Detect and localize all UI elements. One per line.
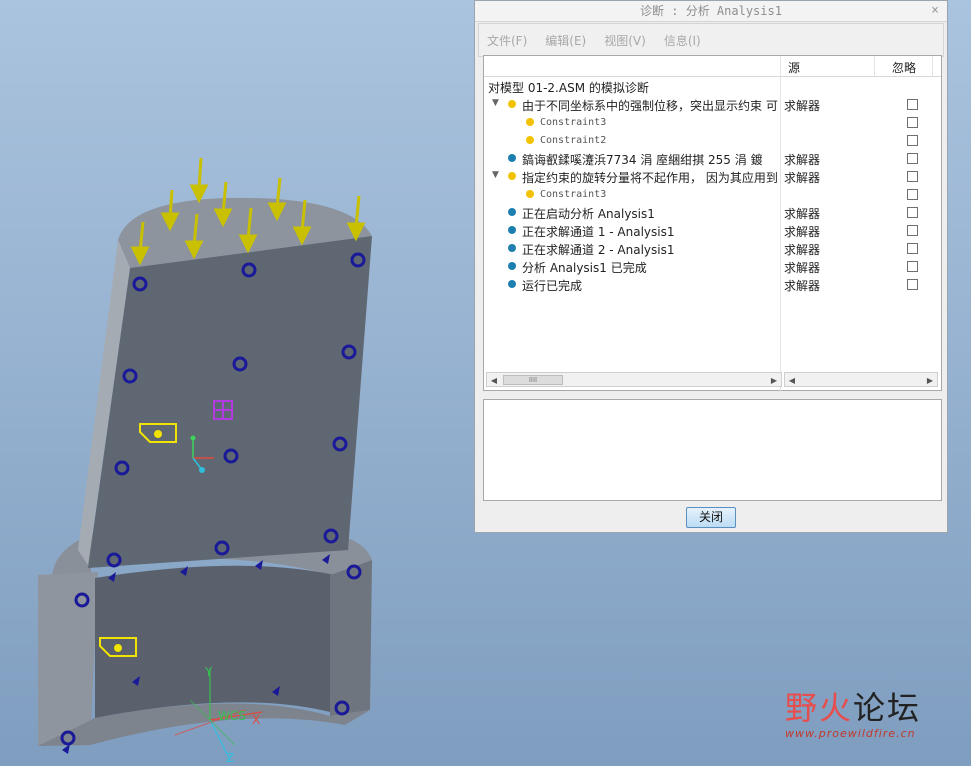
row-message: 鎬诲叡鍒嗘瀽浜7734 涓 庢綑绀掑 255 涓 鍍 [522,153,763,167]
tree-row[interactable]: 分析 Analysis1 已完成 求解器 [484,258,941,276]
info-status-icon [508,208,516,216]
ignore-checkbox[interactable] [907,153,918,164]
watermark-text-a: 野火 [785,689,854,727]
info-status-icon [508,154,516,162]
triad-y-tip [190,435,196,441]
column-header-source[interactable]: 源 [788,59,800,76]
tree-rows: 对模型 01-2.ASM 的模拟诊断 ▼ 由于不同坐标系中的强制位移，突出显示约束 … [484,78,941,294]
ignore-checkbox[interactable] [907,99,918,110]
scroll-right-icon[interactable]: ▶ [767,373,781,388]
tree-row[interactable]: ▼ 由于不同坐标系中的强制位移，突出显示约束 可求解器 [484,96,941,114]
close-button[interactable]: 关闭 [686,507,736,528]
tree-row[interactable]: Constraint3 [484,186,941,204]
scroll-left-icon[interactable]: ◀ [785,373,799,388]
tree-row[interactable]: 对模型 01-2.ASM 的模拟诊断 [484,78,941,96]
ignore-checkbox[interactable] [907,171,918,182]
triad-z-tip [199,467,205,473]
menu-bar: 文件(F) 编辑(E) 视图(V) 信息(I) [478,23,944,57]
detail-pane [483,399,942,501]
diagnostics-tree[interactable]: 源 忽略 对模型 01-2.ASM 的模拟诊断 ▼ 由于不同坐标系中的强制位移，突出… [483,55,942,392]
watermark-url: www.proewildfire.cn [785,727,916,740]
row-source: 求解器 [784,225,821,239]
wcs-x-label: X [252,713,260,727]
menu-info[interactable]: 信息(I) [664,32,701,49]
tree-row[interactable]: 运行已完成 求解器 [484,276,941,294]
close-icon[interactable]: × [931,1,939,21]
warning-status-icon [526,136,534,144]
wcs-z-label: Z [226,751,234,765]
info-status-icon [508,262,516,270]
bracket-right-face [330,560,372,716]
warning-status-icon [526,118,534,126]
row-message: Constraint3 [540,117,607,128]
load-arrow [189,157,209,204]
row-message: 运行已完成 [522,279,583,293]
warning-status-icon [508,100,516,108]
diagnostics-dialog: 诊断 : 分析 Analysis1 × 文件(F) 编辑(E) 视图(V) 信息… [474,0,948,533]
row-message: Constraint2 [540,135,607,146]
tree-row[interactable]: Constraint3 [484,114,941,132]
bracket-inner-face [95,565,335,718]
expand-toggle-icon[interactable]: ▼ [492,170,499,180]
block-part[interactable] [78,197,372,568]
tree-row[interactable]: 正在启动分析 Analysis1 求解器 [484,204,941,222]
info-status-icon [508,226,516,234]
dialog-title: 诊断 : 分析 Analysis1 [640,4,782,18]
expand-toggle-icon[interactable]: ▼ [492,98,499,108]
row-source: 求解器 [784,261,821,275]
row-message: 由于不同坐标系中的强制位移，突出显示约束 可 [522,99,778,113]
menu-edit[interactable]: 编辑(E) [545,32,586,49]
tree-row[interactable]: ▼ 指定约束的旋转分量将不起作用， 因为其应用到 求解器 [484,168,941,186]
tree-row[interactable]: 正在求解通道 2 - Analysis1 求解器 [484,240,941,258]
menu-view[interactable]: 视图(V) [604,32,646,49]
row-source: 求解器 [784,171,821,185]
ignore-checkbox[interactable] [907,135,918,146]
tree-header: 源 忽略 [484,56,941,392]
tree-row[interactable]: 正在求解通道 1 - Analysis1 求解器 [484,222,941,240]
column-divider [874,56,875,76]
menu-file[interactable]: 文件(F) [487,32,527,49]
forum-watermark: 野火论坛 www.proewildfire.cn [785,683,921,740]
column-header-ignore[interactable]: 忽略 [892,59,916,76]
watermark-text-b: 论坛 [853,689,922,727]
info-status-icon [508,280,516,288]
horizontal-scrollbars: ◀ IIII ▶ ◀ ▶ [486,372,938,387]
ignore-checkbox[interactable] [907,117,918,128]
ignore-checkbox[interactable] [907,279,918,290]
watermark-logo: 野火论坛 [785,683,921,729]
tree-row[interactable]: Constraint2 [484,132,941,150]
ignore-checkbox[interactable] [907,207,918,218]
ignore-checkbox[interactable] [907,189,918,200]
column-divider [932,56,933,76]
tag-dot [114,644,122,652]
ignore-checkbox[interactable] [907,225,918,236]
wcs-y-label: Y [204,665,213,679]
tag-dot [154,430,162,438]
warning-status-icon [526,190,534,198]
row-message: 正在求解通道 1 - Analysis1 [522,225,675,239]
row-message: 指定约束的旋转分量将不起作用， 因为其应用到 [522,171,778,185]
dialog-titlebar[interactable]: 诊断 : 分析 Analysis1 × [475,1,947,22]
row-message: 分析 Analysis1 已完成 [522,261,647,275]
ignore-checkbox[interactable] [907,243,918,254]
row-source: 求解器 [784,279,821,293]
right-scrollbar[interactable]: ◀ ▶ [784,372,938,387]
row-source: 求解器 [784,153,821,167]
row-message: 对模型 01-2.ASM 的模拟诊断 [488,81,649,95]
scroll-thumb[interactable]: IIII [503,375,563,385]
scroll-right-icon[interactable]: ▶ [923,373,937,388]
scroll-left-icon[interactable]: ◀ [487,373,501,388]
row-message: 正在启动分析 Analysis1 [522,207,655,221]
warning-status-icon [508,172,516,180]
info-status-icon [508,244,516,252]
left-scrollbar[interactable]: ◀ IIII ▶ [486,372,782,387]
row-source: 求解器 [784,243,821,257]
ignore-checkbox[interactable] [907,261,918,272]
tree-row[interactable]: 鎬诲叡鍒嗘瀽浜7734 涓 庢綑绀掑 255 涓 鍍 求解器 [484,150,941,168]
row-message: Constraint3 [540,189,607,200]
row-message: 正在求解通道 2 - Analysis1 [522,243,675,257]
row-source: 求解器 [784,207,821,221]
wcs-label: WCS [218,709,246,723]
row-source: 求解器 [784,99,821,113]
